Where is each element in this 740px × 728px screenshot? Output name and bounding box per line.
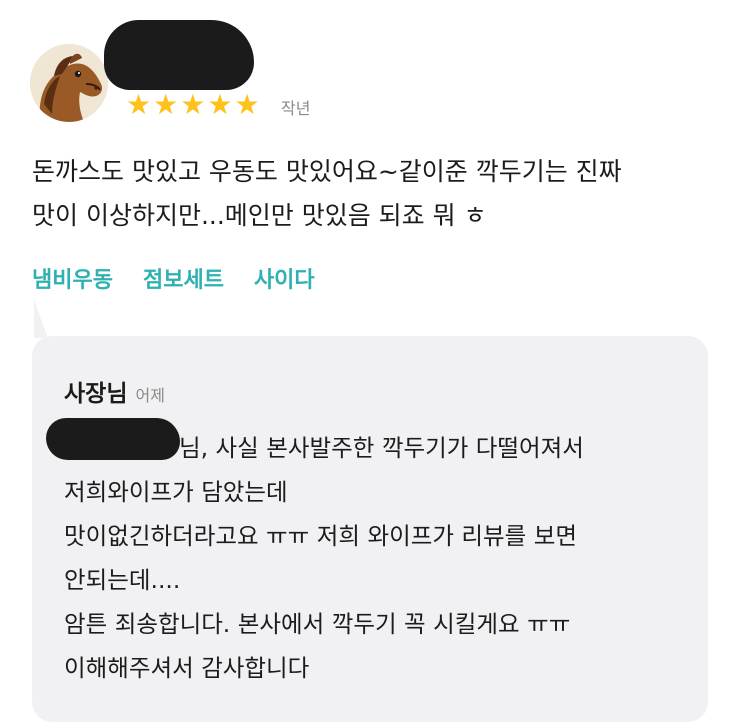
reply-text-line: 님, 사실 본사발주한 깍두기가 다떨어져서	[179, 434, 584, 462]
horse-icon	[30, 44, 108, 122]
reviewer-avatar[interactable]	[30, 44, 108, 122]
review-text-line: 돈까스도 맛있고 우동도 맛있어요~같이준 깍두기는 진짜	[32, 157, 622, 186]
reply-header: 사장님 어제	[64, 374, 165, 408]
owner-reply-bubble: 사장님 어제 님, 사실 본사발주한 깍두기가 다떨어져서 저희와이프가 담았는…	[32, 336, 708, 722]
star-icon: ★	[153, 88, 179, 121]
menu-tags: 냄비우동 점보세트 사이다	[32, 262, 345, 294]
star-icon: ★	[234, 88, 260, 121]
menu-tag[interactable]: 사이다	[254, 262, 315, 294]
review-timestamp: 작년	[281, 99, 311, 118]
reply-text-line: 저희와이프가 담았는데	[64, 478, 288, 506]
reply-text-line: 안되는데....	[64, 566, 181, 594]
reply-bubble-tail	[34, 300, 48, 338]
review-text: 돈까스도 맛있고 우동도 맛있어요~같이준 깍두기는 진짜 맛이 이상하지만..…	[32, 150, 712, 238]
reply-text-line: 맛이없긴하더라고요 ㅠㅠ 저희 와이프가 리뷰를 보면	[64, 522, 577, 550]
star-icon: ★	[207, 88, 233, 121]
star-icon: ★	[126, 88, 152, 121]
menu-tag[interactable]: 냄비우동	[32, 262, 113, 294]
reply-text-line: 이해해주셔서 감사합니다	[64, 654, 310, 682]
reply-text-line: 암튼 죄송합니다. 본사에서 깍두기 꼭 시킬게요 ㅠㅠ	[64, 610, 571, 638]
menu-tag[interactable]: 점보세트	[143, 262, 224, 294]
reply-timestamp: 어제	[135, 386, 165, 405]
reviewer-name-redaction	[104, 20, 254, 90]
star-icon: ★	[180, 88, 206, 121]
reply-text: 님, 사실 본사발주한 깍두기가 다떨어져서 저희와이프가 담았는데 맛이없긴하…	[64, 426, 694, 690]
owner-label: 사장님	[64, 381, 128, 407]
review-text-line: 맛이 이상하지만...메인만 맛있음 되죠 뭐 ㅎ	[32, 201, 487, 230]
rating-stars: ★ ★ ★ ★ ★	[126, 90, 260, 120]
